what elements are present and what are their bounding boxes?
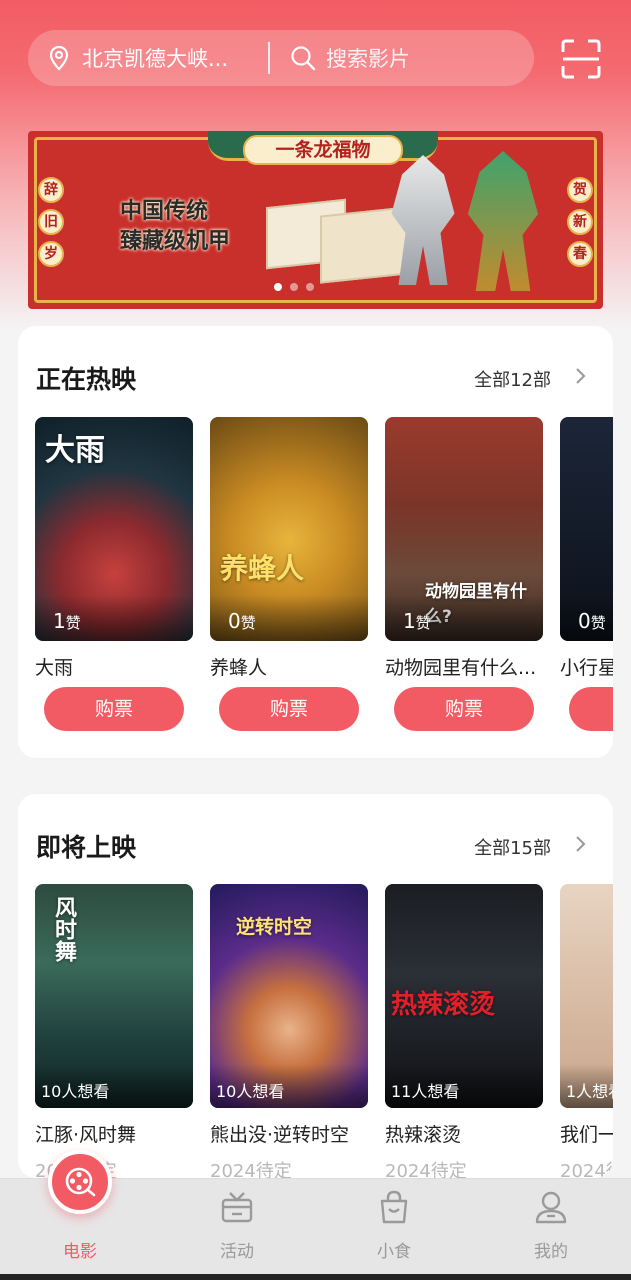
movie-title[interactable]: 养蜂人: [210, 653, 368, 680]
user-icon: [535, 1191, 567, 1224]
movie-title[interactable]: 熊出没·逆转时空: [210, 1120, 368, 1147]
buy-ticket-button[interactable]: 购票: [219, 687, 359, 731]
movie-card[interactable]: 动物园里有什么? 1赞 动物园里有什么...: [385, 417, 543, 680]
movie-card[interactable]: 风时舞 10人想看 江豚·风时舞 2024待定: [35, 884, 193, 1178]
search-bar[interactable]: 北京凯德大峡... 搜索影片: [28, 30, 534, 86]
banner-title: 一条龙福物: [243, 135, 403, 165]
carousel-dots: [274, 283, 314, 291]
movie-title[interactable]: 我们一: [560, 1120, 613, 1147]
section-title: 即将上映: [36, 833, 137, 862]
view-all-link[interactable]: 全部12部: [474, 366, 551, 392]
active-tab-indicator[interactable]: [48, 1150, 112, 1214]
banner-badge: 新: [567, 209, 593, 235]
coming-soon-section: 即将上映 全部15部 风时舞 10人想看 江豚·风时舞 2024待定 逆转时空 …: [18, 794, 613, 1178]
banner-headline: 中国传统 臻藏级机甲: [120, 197, 230, 257]
view-all-link[interactable]: 全部15部: [474, 834, 551, 860]
movie-card[interactable]: 热辣滚烫 11人想看 热辣滚烫 2024待定: [385, 884, 543, 1178]
section-title: 正在热映: [36, 365, 137, 394]
want-count: 10人想看: [210, 1064, 368, 1108]
buy-ticket-button[interactable]: 购票: [394, 687, 534, 731]
search-icon[interactable]: [290, 45, 316, 71]
movie-poster[interactable]: 热辣滚烫 11人想看: [385, 884, 543, 1108]
movie-card[interactable]: 养蜂人 0赞 养蜂人: [210, 417, 368, 680]
search-input[interactable]: 搜索影片: [326, 43, 410, 73]
movie-title[interactable]: 热辣滚烫: [385, 1120, 543, 1147]
movie-card[interactable]: 逆转时空 10人想看 熊出没·逆转时空 2024待定: [210, 884, 368, 1178]
movie-poster[interactable]: 风时舞 10人想看: [35, 884, 193, 1108]
want-count: 10人想看: [35, 1064, 193, 1108]
banner-headline-line1: 中国传统: [120, 199, 209, 224]
buy-ticket-button[interactable]: 购票: [44, 687, 184, 731]
scan-icon[interactable]: [560, 38, 602, 80]
banner-right-badges: 贺 新 春: [567, 177, 593, 267]
want-count: 1人想看: [560, 1064, 613, 1108]
movie-card[interactable]: 1人想看 我们一 2024待: [560, 884, 613, 1178]
like-count: 1赞: [385, 595, 543, 641]
movie-poster[interactable]: 动物园里有什么? 1赞: [385, 417, 543, 641]
banner-headline-line2: 臻藏级机甲: [120, 229, 231, 254]
movie-card[interactable]: 大雨 1赞 大雨: [35, 417, 193, 680]
like-count: 0赞: [560, 595, 613, 641]
chevron-right-icon[interactable]: [575, 366, 587, 386]
like-count: 0赞: [210, 595, 368, 641]
now-showing-section: 正在热映 全部12部 大雨 1赞 大雨 购票 养蜂人 0赞 养蜂人 购票 动物园…: [18, 326, 613, 758]
carousel-dot: [306, 283, 314, 291]
location-label[interactable]: 北京凯德大峡...: [82, 43, 248, 73]
poster-title: 风时舞: [51, 896, 76, 962]
release-status: 2024待定: [210, 1161, 292, 1178]
movie-poster[interactable]: 逆转时空 10人想看: [210, 884, 368, 1108]
chevron-right-icon[interactable]: [575, 834, 587, 854]
carousel-dot-active: [274, 283, 282, 291]
movie-card[interactable]: 0赞 小行星: [560, 417, 613, 680]
movie-poster[interactable]: 养蜂人 0赞: [210, 417, 368, 641]
release-status: 2024待: [560, 1161, 613, 1178]
film-reel-icon: [65, 1167, 96, 1197]
release-status: 2024待定: [385, 1161, 467, 1178]
movie-poster[interactable]: 大雨 1赞: [35, 417, 193, 641]
tab-label: 活动: [220, 1242, 254, 1262]
carousel-dot: [290, 283, 298, 291]
gift-box-icon: [221, 1192, 253, 1223]
tab-label: 我的: [534, 1242, 568, 1262]
movie-poster[interactable]: 0赞: [560, 417, 613, 641]
shopping-bag-icon: [380, 1190, 408, 1224]
movie-title[interactable]: 江豚·风时舞: [35, 1120, 193, 1147]
poster-title: 逆转时空: [236, 916, 313, 938]
movie-title[interactable]: 小行星: [560, 653, 613, 680]
movie-title[interactable]: 动物园里有什么...: [385, 653, 543, 680]
system-nav-bar: [0, 1274, 631, 1280]
buy-ticket-button[interactable]: [569, 687, 613, 731]
banner-badge: 岁: [38, 241, 64, 267]
poster-title: 热辣滚烫: [391, 990, 496, 1020]
banner-badge: 旧: [38, 209, 64, 235]
movie-title[interactable]: 大雨: [35, 653, 193, 680]
tab-label: 电影: [63, 1242, 97, 1262]
location-pin-icon[interactable]: [48, 45, 70, 71]
banner-left-badges: 辞 旧 岁: [38, 177, 64, 267]
promo-banner[interactable]: 一条龙福物 辞 旧 岁 贺 新 春 中国传统 臻藏级机甲: [28, 131, 603, 309]
poster-title: 大雨: [45, 433, 105, 468]
search-divider: [268, 42, 270, 74]
banner-badge: 贺: [567, 177, 593, 203]
poster-title: 养蜂人: [220, 552, 305, 585]
want-count: 11人想看: [385, 1064, 543, 1108]
banner-badge: 春: [567, 241, 593, 267]
banner-badge: 辞: [38, 177, 64, 203]
tab-label: 小食: [377, 1242, 411, 1262]
movie-poster[interactable]: 1人想看: [560, 884, 613, 1108]
like-count: 1赞: [35, 595, 193, 641]
